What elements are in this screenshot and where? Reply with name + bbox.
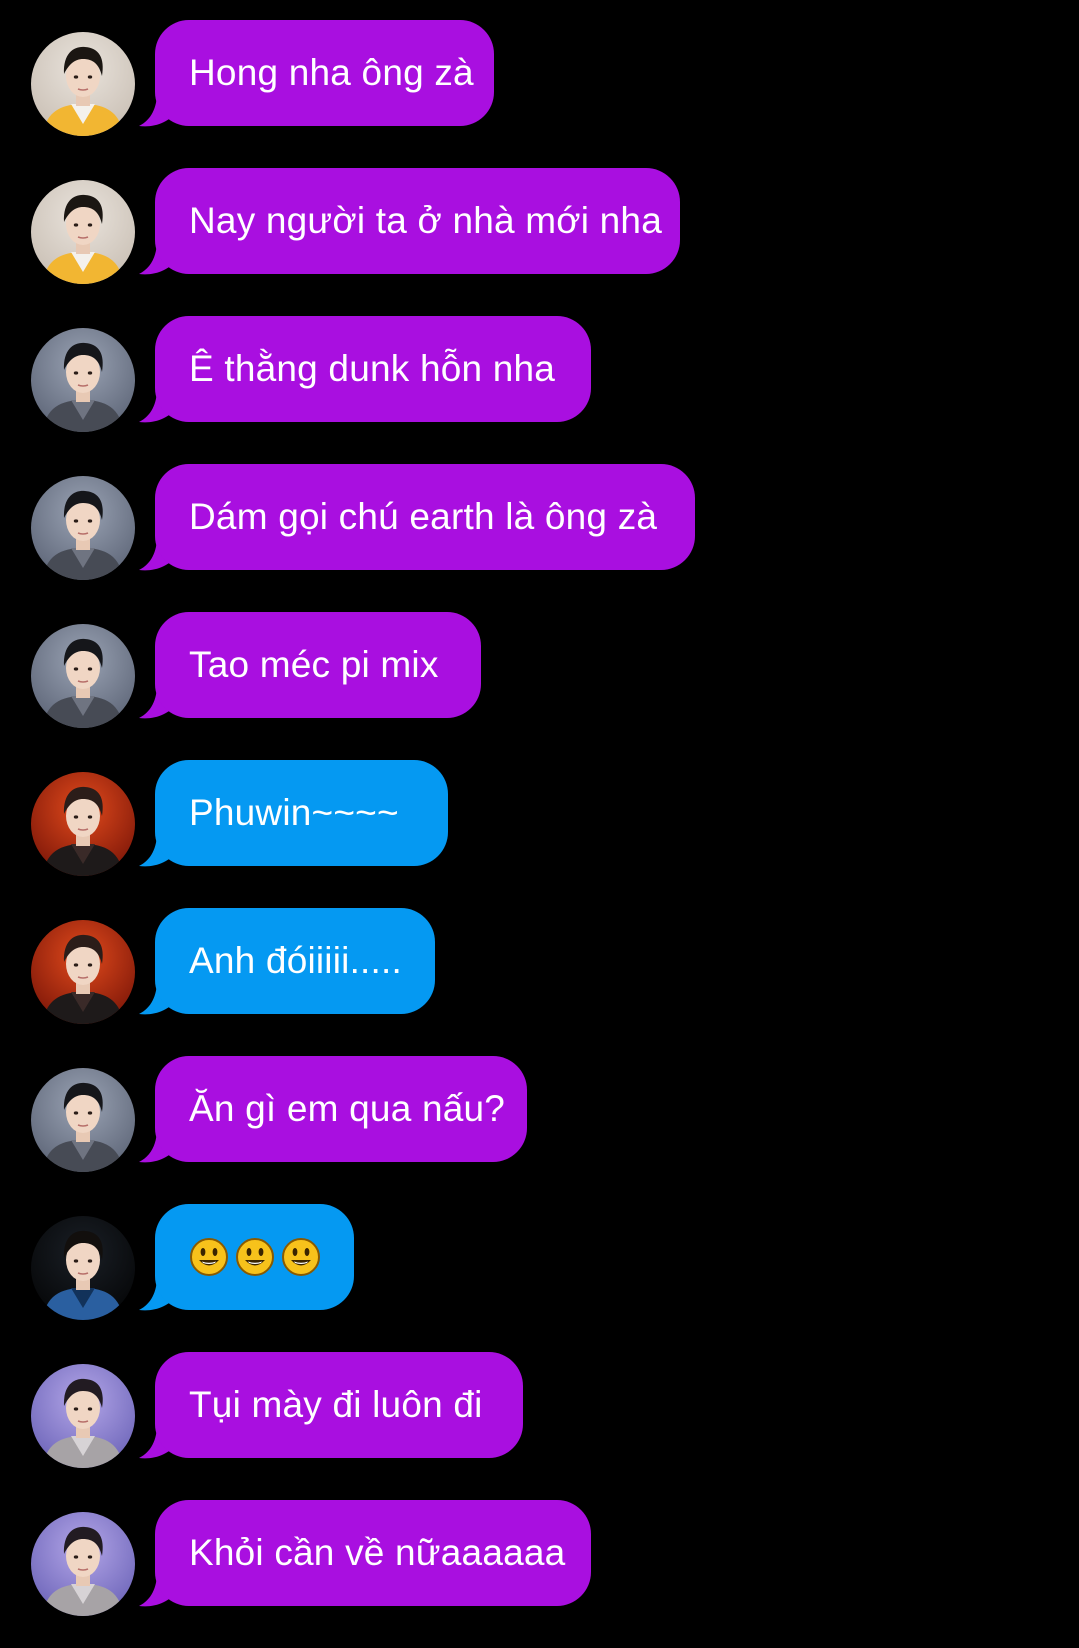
message-bubble[interactable]: Nay người ta ở nhà mới nha <box>155 168 680 274</box>
message-text: Hong nha ông zà <box>189 52 474 93</box>
message-row: Hong nha ông zà <box>0 20 1079 168</box>
message-text: Anh đóiiiii..... <box>189 940 402 981</box>
gray-jacket-avatar[interactable] <box>31 1068 135 1172</box>
message-thread: Hong nha ông zà Nay người ta ở nhà mới n… <box>0 20 1079 1648</box>
purple-stage-avatar[interactable] <box>31 1512 135 1616</box>
gray-jacket-avatar[interactable] <box>31 476 135 580</box>
message-bubble[interactable]: Tao méc pi mix <box>155 612 481 718</box>
smiley-face-icon <box>282 1238 320 1276</box>
message-row <box>0 1204 1079 1352</box>
dark-blue-shirt-avatar[interactable] <box>31 1216 135 1320</box>
message-text: Dám gọi chú earth là ông zà <box>189 496 658 537</box>
purple-stage-avatar[interactable] <box>31 1364 135 1468</box>
message-row: Ăn gì em qua nấu? <box>0 1056 1079 1204</box>
red-stage-avatar[interactable] <box>31 772 135 876</box>
gray-jacket-avatar[interactable] <box>31 328 135 432</box>
message-bubble[interactable]: Ê thằng dunk hỗn nha <box>155 316 591 422</box>
message-text: Tao méc pi mix <box>189 644 439 685</box>
smiley-face-icon <box>236 1238 274 1276</box>
message-row: Nay người ta ở nhà mới nha <box>0 168 1079 316</box>
yellow-jacket-avatar[interactable] <box>31 180 135 284</box>
message-text: Ăn gì em qua nấu? <box>189 1088 506 1129</box>
yellow-jacket-avatar[interactable] <box>31 32 135 136</box>
emoji-row <box>189 1237 321 1277</box>
message-row: Anh đóiiiii..... <box>0 908 1079 1056</box>
message-bubble[interactable]: Tụi mày đi luôn đi <box>155 1352 523 1458</box>
smiley-face-icon <box>190 1238 228 1276</box>
message-bubble[interactable]: Hong nha ông zà <box>155 20 494 126</box>
message-bubble[interactable]: Khỏi cần về nữaaaaaa <box>155 1500 591 1606</box>
red-stage-avatar[interactable] <box>31 920 135 1024</box>
message-bubble[interactable]: Anh đóiiiii..... <box>155 908 435 1014</box>
message-bubble[interactable] <box>155 1204 354 1310</box>
message-text: Phuwin~~~~ <box>189 792 399 833</box>
message-text: Ê thằng dunk hỗn nha <box>189 348 556 389</box>
message-text: Nay người ta ở nhà mới nha <box>189 200 662 241</box>
message-row: Phuwin~~~~ <box>0 760 1079 908</box>
message-bubble[interactable]: Phuwin~~~~ <box>155 760 448 866</box>
message-text: Tụi mày đi luôn đi <box>189 1384 483 1425</box>
gray-jacket-avatar[interactable] <box>31 624 135 728</box>
message-bubble[interactable]: Ăn gì em qua nấu? <box>155 1056 527 1162</box>
message-row: Tao méc pi mix <box>0 612 1079 760</box>
message-row: Dám gọi chú earth là ông zà <box>0 464 1079 612</box>
message-bubble[interactable]: Dám gọi chú earth là ông zà <box>155 464 695 570</box>
message-row: Khỏi cần về nữaaaaaa <box>0 1500 1079 1648</box>
message-text: Khỏi cần về nữaaaaaa <box>189 1532 566 1573</box>
message-row: Tụi mày đi luôn đi <box>0 1352 1079 1500</box>
message-row: Ê thằng dunk hỗn nha <box>0 316 1079 464</box>
